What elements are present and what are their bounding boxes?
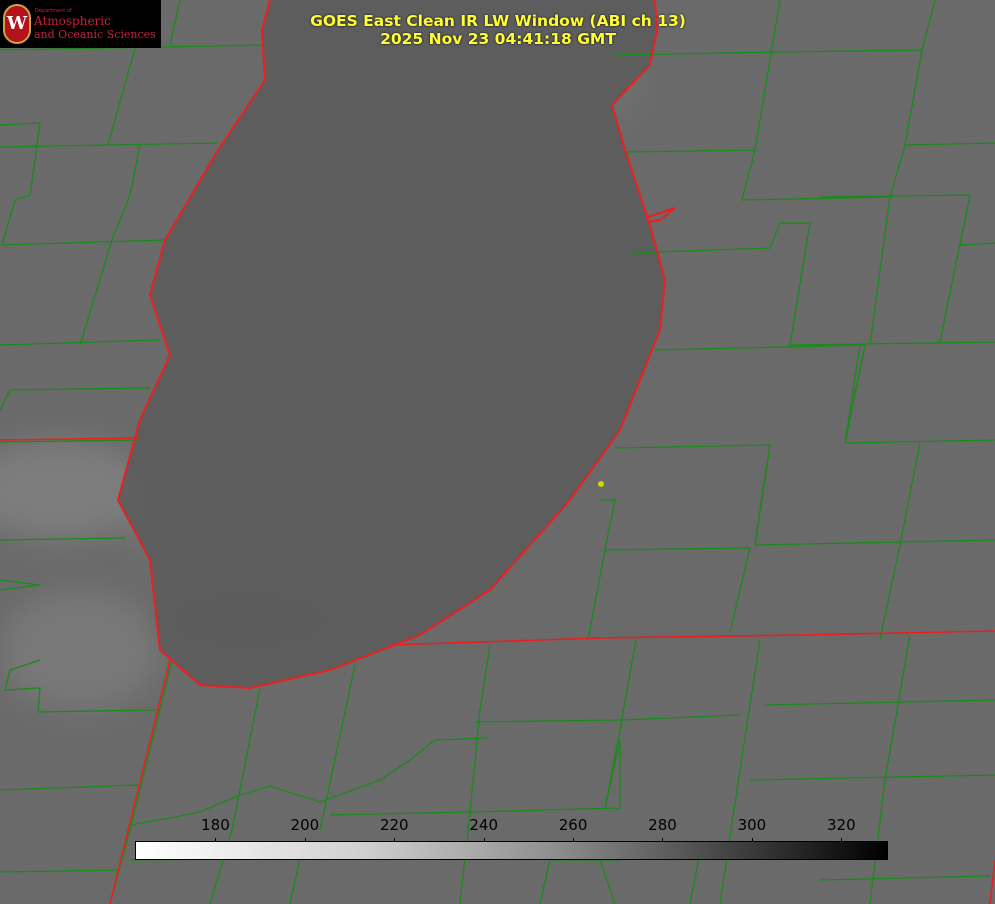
colorbar-tick-label: 240 [469, 816, 498, 834]
logo-line1: Atmospheric [34, 14, 111, 28]
colorbar-tick-label: 300 [737, 816, 767, 834]
title-product: GOES East Clean IR LW Window (ABI ch 13) [310, 12, 686, 30]
map-canvas [0, 0, 995, 904]
colorbar-tick-label: 280 [648, 816, 677, 834]
colorbar-tick-label: 260 [558, 816, 588, 834]
logo-line2: and Oceanic Sciences [34, 28, 156, 41]
image-title: GOES East Clean IR LW Window (ABI ch 13)… [248, 12, 748, 48]
colorbar-tick-label: 200 [290, 816, 320, 834]
aos-logo: W Department of Atmospheric and Oceanic … [0, 0, 161, 48]
colorbar-tick-label: 180 [201, 816, 230, 834]
location-marker [598, 481, 604, 487]
green-bay-inlet [644, 207, 676, 223]
colorbar-tick-label: 220 [379, 816, 409, 834]
uw-crest-icon: W [3, 4, 31, 44]
colorbar [135, 841, 888, 860]
colorbar-tick-label: 320 [826, 816, 856, 834]
title-timestamp: 2025 Nov 23 04:41:18 GMT [380, 30, 616, 48]
lake-michigan [118, 0, 665, 688]
satellite-view: W Department of Atmospheric and Oceanic … [0, 0, 995, 904]
